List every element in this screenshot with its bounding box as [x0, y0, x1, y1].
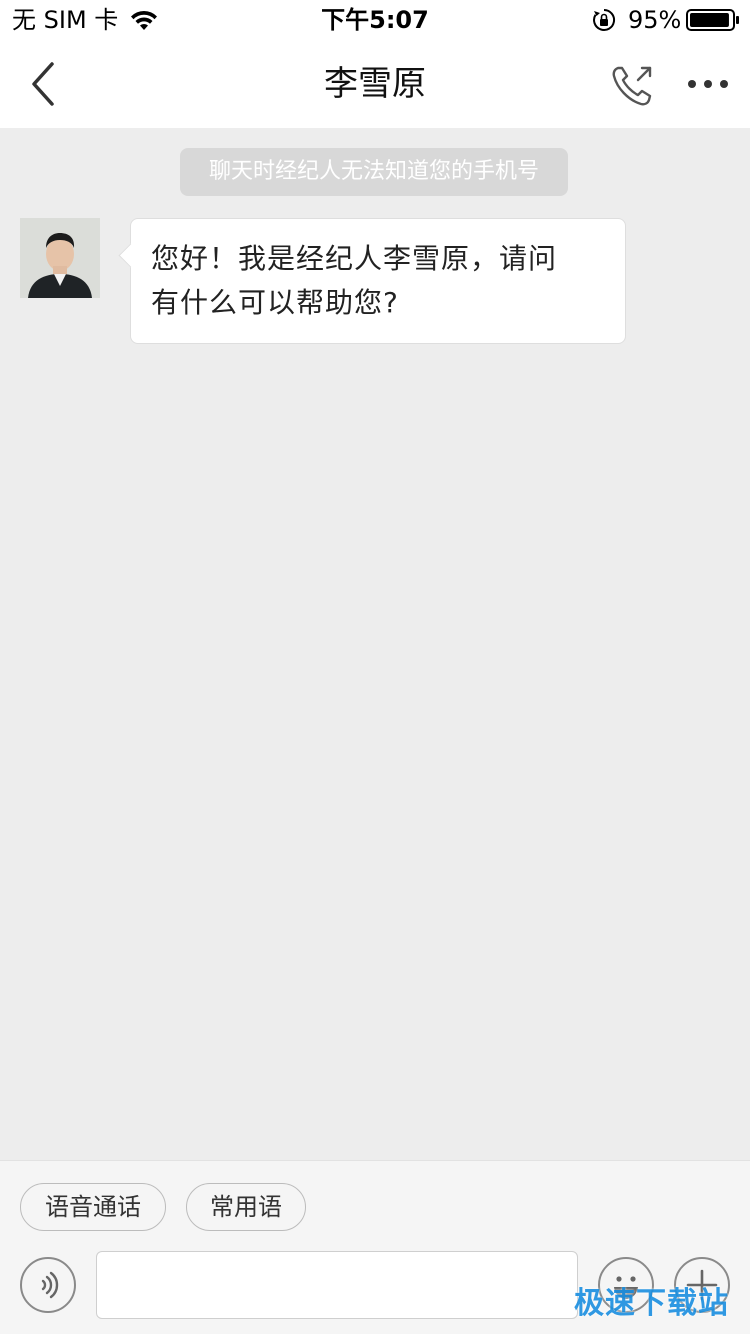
message-line: 有什么可以帮助您? [151, 286, 399, 319]
voice-call-chip[interactable]: 语音通话 [20, 1183, 166, 1231]
watermark-logo: 极速下载站 [574, 1286, 729, 1321]
status-bar: 无 SIM 卡 下午5:07 95% [0, 0, 750, 40]
message-input[interactable] [96, 1251, 578, 1319]
nav-bar: 李雪原 [0, 40, 750, 128]
orientation-lock-icon [593, 8, 616, 31]
more-icon[interactable] [684, 68, 732, 100]
voice-icon [41, 1271, 59, 1299]
avatar-photo [20, 218, 100, 298]
bubble-tail [118, 243, 143, 268]
avatar[interactable] [20, 218, 100, 298]
common-phrases-chip[interactable]: 常用语 [186, 1183, 306, 1231]
chat-area[interactable]: 聊天时经纪人无法知道您的手机号 您好！我是经纪人李雪原，请问 有什么可以帮助您? [0, 128, 750, 1160]
system-notice: 聊天时经纪人无法知道您的手机号 [180, 148, 568, 196]
message-line: 您好！我是经纪人李雪原，请问 [151, 242, 558, 275]
message-text: 您好！我是经纪人李雪原，请问 有什么可以帮助您? [151, 237, 607, 325]
voice-toggle-button[interactable] [20, 1257, 76, 1313]
battery-icon [686, 9, 739, 31]
phone-call-icon[interactable] [608, 62, 656, 110]
battery-percent: 95% [628, 6, 682, 34]
message-bubble[interactable]: 您好！我是经纪人李雪原，请问 有什么可以帮助您? [118, 218, 626, 344]
